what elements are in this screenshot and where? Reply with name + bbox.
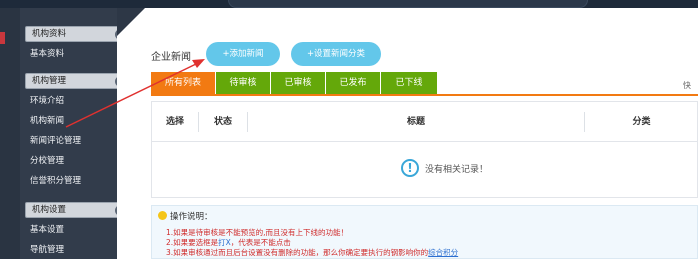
tab-published[interactable]: 已发布	[326, 72, 380, 94]
instruction-highlight: 打X	[218, 238, 231, 247]
column-header-title: 标题	[406, 117, 425, 127]
composite-points-link[interactable]: 综合积分	[428, 248, 458, 257]
sidebar-item-news-comments[interactable]: 新闻评论管理	[30, 134, 81, 148]
instruction-text: 2.如果要选框是	[166, 238, 219, 247]
instruction-text: 3.如果审核通过而且后台设置没有删除的功能，那么你确定要执行的钢影响你的	[166, 248, 429, 257]
tab-pending[interactable]: 待审核	[216, 72, 270, 94]
news-category-button[interactable]: +设置新闻分类	[291, 42, 381, 66]
tab-approved[interactable]: 已审核	[271, 72, 325, 94]
sidebar-item-environment[interactable]: 环境介绍	[30, 94, 64, 108]
tab-underline	[151, 94, 698, 96]
sidebar-item-basic-settings[interactable]: 基本设置	[30, 223, 64, 237]
instruction-text: ，代表是不能点击	[230, 238, 291, 247]
column-header-status: 状态	[213, 117, 232, 127]
sidebar-group-org-info[interactable]: 机构资料 −	[25, 26, 130, 42]
sidebar-group-label: 机构管理	[32, 76, 67, 86]
quick-link[interactable]: 快	[683, 80, 691, 91]
left-icon-strip	[0, 8, 20, 259]
tab-all[interactable]: 所有列表	[151, 72, 215, 94]
lightbulb-icon	[158, 211, 167, 220]
sidebar-group-org-manage[interactable]: 机构管理 −	[25, 73, 130, 89]
top-bar	[0, 0, 698, 8]
news-table: 选择 状态 标题 分类 ! 没有相关记录！	[151, 101, 698, 198]
top-search-bar[interactable]	[228, 0, 588, 8]
column-header-category: 分类	[632, 117, 651, 127]
sidebar-group-label: 机构资料	[32, 29, 67, 39]
sidebar-item-basic-info[interactable]: 基本资料	[30, 47, 64, 61]
column-header-select: 选择	[165, 117, 184, 127]
instructions-title-text: 操作说明：	[170, 212, 213, 222]
sidebar-item-branches[interactable]: 分校管理	[30, 154, 64, 168]
instructions-title: 操作说明：	[158, 210, 213, 222]
empty-message: 没有相关记录！	[425, 165, 489, 175]
strip-marker	[0, 32, 5, 44]
tab-offline[interactable]: 已下线	[381, 72, 437, 94]
page-title: 企业新闻	[151, 52, 191, 63]
instruction-line-3: 3.如果审核通过而且后台设置没有删除的功能，那么你确定要执行的钢影响你的综合积分	[166, 247, 458, 258]
sidebar-group-org-settings[interactable]: 机构设置 −	[25, 202, 130, 218]
sidebar-item-navigation[interactable]: 导航管理	[30, 243, 64, 257]
sidebar-group-label: 机构设置	[32, 205, 67, 215]
sidebar-item-credit-points[interactable]: 信誉积分管理	[30, 174, 81, 188]
sidebar-item-news[interactable]: 机构新闻	[30, 114, 64, 128]
add-news-button[interactable]: +添加新闻	[206, 42, 280, 66]
instructions-box: 操作说明： 1.如果是待审核是不能预览的,而且没有上下线的功能！ 2.如果要选框…	[151, 205, 698, 259]
panel-corner	[117, 8, 145, 36]
table-header: 选择 状态 标题 分类	[152, 102, 698, 142]
info-icon: !	[401, 159, 419, 177]
